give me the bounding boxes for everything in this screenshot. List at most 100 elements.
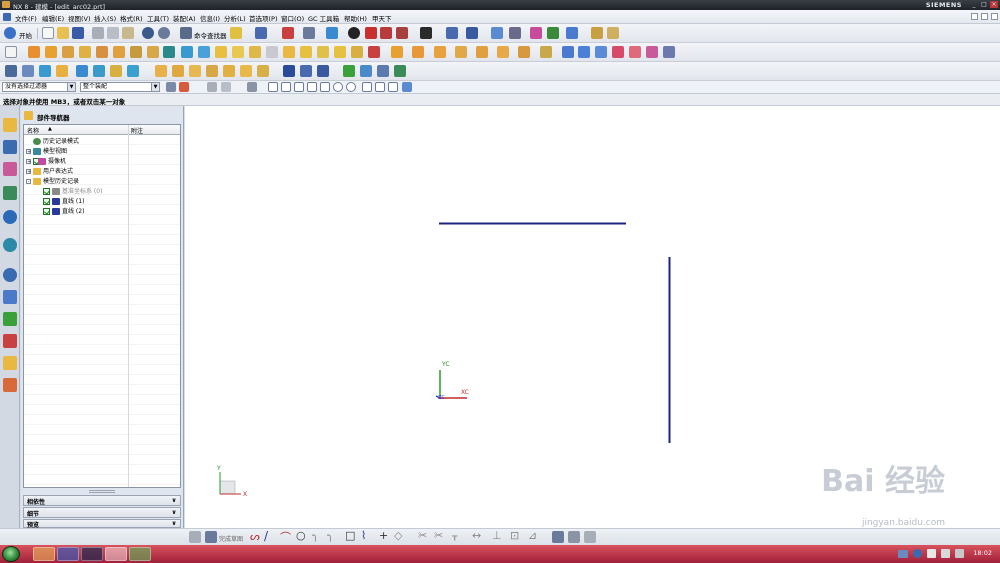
- doc-close-button[interactable]: [991, 13, 998, 20]
- pattern-icon[interactable]: [351, 46, 363, 58]
- feature-select-icon[interactable]: [207, 82, 217, 92]
- menu-analysis[interactable]: 分析(L): [224, 13, 246, 23]
- analysis-icon[interactable]: [283, 65, 295, 77]
- tree-node[interactable]: + 用户表达式: [26, 167, 126, 176]
- snap-mid-icon[interactable]: [294, 82, 304, 92]
- tree-expander-icon[interactable]: +: [26, 159, 31, 165]
- menu-preferences[interactable]: 首选项(P): [249, 13, 278, 23]
- quick-extend-icon[interactable]: ✂: [434, 529, 443, 542]
- sketch-palette-icon[interactable]: [189, 531, 201, 543]
- selection-scope-dropdown[interactable]: 整个装配 ▼: [80, 82, 160, 92]
- pad-icon[interactable]: [113, 46, 125, 58]
- measure-distance-icon[interactable]: [591, 27, 603, 39]
- select-all-icon[interactable]: [179, 82, 189, 92]
- dimension-icon[interactable]: ↔: [472, 529, 481, 542]
- profile-icon[interactable]: ᔕ: [250, 530, 260, 543]
- trim-body-icon[interactable]: [215, 46, 227, 58]
- wcs-triad[interactable]: YC XC ZC: [435, 361, 469, 401]
- snap-line-icon[interactable]: [307, 82, 317, 92]
- reference-icon[interactable]: [394, 65, 406, 77]
- select-filter-icon[interactable]: [166, 82, 176, 92]
- manufacturing-wizard-tab-icon[interactable]: [3, 334, 17, 348]
- reuse-library-tab-icon[interactable]: [3, 186, 17, 200]
- x-form-icon[interactable]: [257, 65, 269, 77]
- system-scenes-tab-icon[interactable]: [3, 378, 17, 392]
- snap-point-icon[interactable]: [268, 82, 278, 92]
- check-geometry-icon[interactable]: [343, 65, 355, 77]
- arc-tool-icon[interactable]: ⌒: [280, 529, 291, 545]
- zoom-icon[interactable]: [303, 27, 315, 39]
- thread-icon[interactable]: [391, 46, 403, 58]
- background-icon[interactable]: [420, 27, 432, 39]
- chamfer-icon[interactable]: [266, 46, 278, 58]
- history-tab-icon[interactable]: [3, 238, 17, 252]
- wcs-origin-icon[interactable]: [509, 27, 521, 39]
- sketch-settings-icon[interactable]: [552, 531, 564, 543]
- edge-blend-icon[interactable]: [249, 46, 261, 58]
- rectangle-tool-icon[interactable]: □: [345, 529, 355, 542]
- snap-end-icon[interactable]: [281, 82, 291, 92]
- revolve-icon[interactable]: [45, 46, 57, 58]
- finish-sketch-button[interactable]: 完成草图: [219, 534, 243, 543]
- snap-view-icon[interactable]: [255, 27, 267, 39]
- fillet-tool-icon[interactable]: ╮: [312, 529, 319, 542]
- draft-icon[interactable]: [283, 46, 295, 58]
- menu-window[interactable]: 窗口(O): [281, 13, 304, 23]
- process-studio-tab-icon[interactable]: [3, 312, 17, 326]
- quick-check-icon[interactable]: [377, 65, 389, 77]
- column-name[interactable]: 名称: [27, 126, 39, 135]
- roles-tab-icon[interactable]: [3, 356, 17, 370]
- sync-pattern-icon[interactable]: [646, 46, 658, 58]
- tree-checkbox[interactable]: [43, 208, 50, 215]
- datum-plane-icon[interactable]: [163, 46, 175, 58]
- studio-surface-icon[interactable]: [110, 65, 122, 77]
- groove-icon[interactable]: [147, 46, 159, 58]
- doc-minimize-button[interactable]: [971, 13, 978, 20]
- menu-insert[interactable]: 插入(S): [94, 13, 116, 23]
- snap-existing-point-icon[interactable]: [362, 82, 372, 92]
- tree-node[interactable]: + 模型视图: [26, 147, 126, 156]
- patch-icon[interactable]: [476, 46, 488, 58]
- sew-icon[interactable]: [455, 46, 467, 58]
- subtract-icon[interactable]: [198, 46, 210, 58]
- curve-icon[interactable]: [5, 65, 17, 77]
- orient-view-icon[interactable]: [446, 27, 458, 39]
- offset-surface-icon[interactable]: [155, 65, 167, 77]
- layer-icon[interactable]: [466, 27, 478, 39]
- through-curves-icon[interactable]: [39, 65, 51, 77]
- reattach-icon[interactable]: [568, 531, 580, 543]
- sort-ascending-icon[interactable]: ▲: [48, 126, 52, 132]
- doc-restore-button[interactable]: [981, 13, 988, 20]
- enlarge-icon[interactable]: [240, 65, 252, 77]
- system-materials-tab-icon[interactable]: [3, 290, 17, 304]
- offset-curve-icon[interactable]: ◇: [394, 529, 402, 542]
- wrap-icon[interactable]: [518, 46, 530, 58]
- tree-checkbox[interactable]: [43, 188, 50, 195]
- fit-icon[interactable]: [282, 27, 294, 39]
- command-finder-icon[interactable]: [180, 27, 192, 39]
- new-icon[interactable]: [42, 27, 54, 39]
- navigator-tree[interactable]: 名称 ▲ 附注 历史记录模式 + 模型视图 + 摄像机 + 用户表达式 - 模型历史记录 基准坐标…: [23, 124, 181, 488]
- taskbar-clock[interactable]: 18:02: [973, 549, 992, 557]
- menu-custom[interactable]: 甲天下: [372, 13, 392, 23]
- rib-icon[interactable]: [434, 46, 446, 58]
- redo-icon[interactable]: [158, 27, 170, 39]
- boss-icon[interactable]: [79, 46, 91, 58]
- split-body-icon[interactable]: [232, 46, 244, 58]
- menu-format[interactable]: 格式(R): [120, 13, 143, 23]
- pocket-icon[interactable]: [96, 46, 108, 58]
- snap-on-curve-icon[interactable]: [375, 82, 385, 92]
- tree-expander-icon[interactable]: +: [26, 149, 31, 155]
- offset-face-icon[interactable]: [317, 46, 329, 58]
- tree-expander-icon[interactable]: -: [26, 179, 31, 185]
- slot-icon[interactable]: [130, 46, 142, 58]
- menu-edit[interactable]: 编辑(E): [42, 13, 64, 23]
- mirror-icon[interactable]: [368, 46, 380, 58]
- unite-icon[interactable]: [181, 46, 193, 58]
- curvature-icon[interactable]: [300, 65, 312, 77]
- dependencies-panel[interactable]: 相依性 ∨: [23, 495, 181, 506]
- taskbar-nx-app[interactable]: [105, 547, 127, 561]
- auto-constrain-icon[interactable]: ⊡: [510, 529, 519, 542]
- taskbar-word-app[interactable]: [57, 547, 79, 561]
- tray-icon[interactable]: [955, 549, 964, 558]
